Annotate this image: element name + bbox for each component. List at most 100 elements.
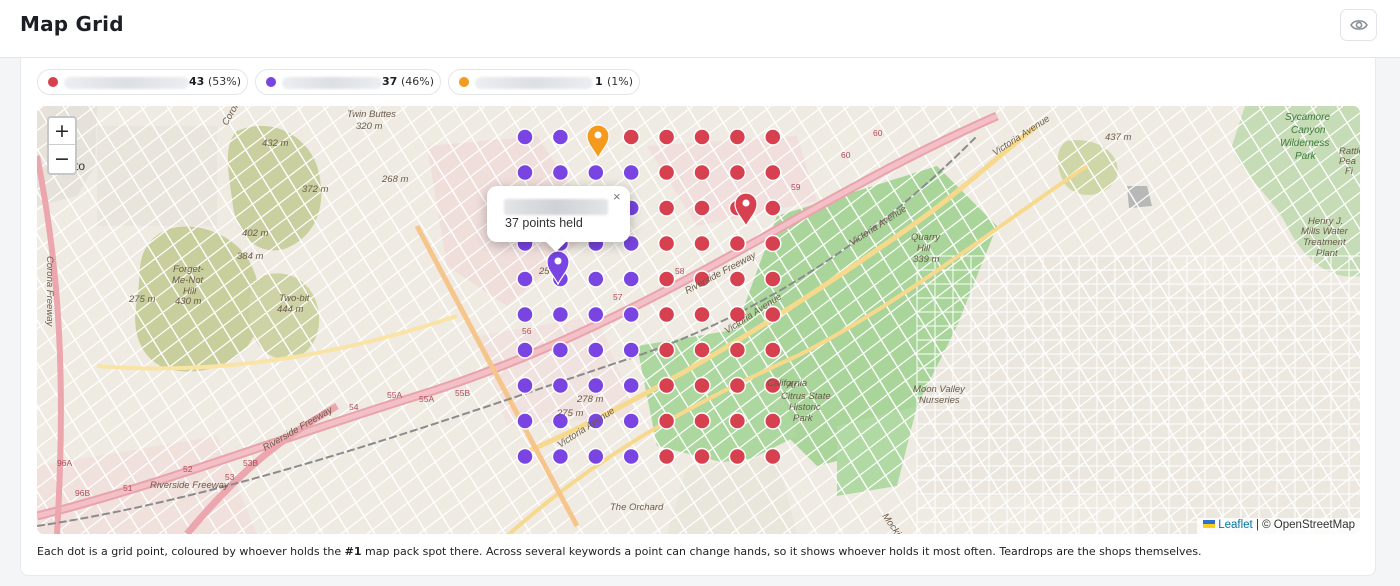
grid-point[interactable] — [551, 376, 570, 395]
legend-count: 43 — [189, 75, 205, 88]
map-label: 275 m — [556, 408, 583, 419]
grid-point[interactable] — [764, 412, 782, 430]
grid-point[interactable] — [622, 163, 640, 182]
grid-point[interactable] — [657, 341, 676, 359]
grid-point[interactable] — [622, 341, 640, 359]
grid-point[interactable] — [693, 234, 711, 253]
grid-point[interactable] — [516, 305, 534, 324]
grid-point[interactable] — [622, 376, 640, 395]
grid-point[interactable] — [657, 412, 676, 430]
grid-point[interactable] — [764, 447, 782, 466]
grid-point[interactable] — [622, 447, 640, 466]
map-label: 56 — [522, 326, 532, 336]
shop-name-redacted — [504, 199, 608, 215]
grid-point[interactable] — [516, 376, 534, 395]
grid-point[interactable] — [693, 163, 711, 182]
map-label: Mills Water — [1301, 226, 1349, 237]
grid-point[interactable] — [622, 412, 640, 430]
grid-point[interactable] — [657, 376, 676, 395]
grid-point[interactable] — [551, 305, 570, 324]
grid-point[interactable] — [657, 447, 676, 466]
top-bar: Map Grid — [0, 0, 1400, 58]
map-label: 58 — [675, 266, 685, 276]
legend-chip-red[interactable]: 43 (53%) — [37, 69, 248, 95]
grid-point[interactable] — [551, 447, 570, 466]
grid-point[interactable] — [516, 412, 534, 430]
grid-point[interactable] — [764, 199, 782, 217]
grid-point[interactable] — [728, 128, 747, 146]
grid-point[interactable] — [693, 128, 711, 146]
legend-count: 37 — [382, 75, 398, 88]
grid-point[interactable] — [693, 447, 711, 466]
grid-point[interactable] — [693, 412, 711, 430]
grid-point[interactable] — [764, 341, 782, 359]
caption-text-end: map pack spot there. Across several keyw… — [361, 545, 1202, 558]
map-label: Forget- — [173, 264, 204, 275]
legend-percent: (53%) — [208, 75, 242, 88]
grid-point[interactable] — [728, 341, 747, 359]
grid-point[interactable] — [551, 341, 570, 359]
grid-point[interactable] — [622, 128, 640, 146]
map-label: Corona Freeway — [44, 256, 55, 327]
map-label: 55A — [419, 394, 434, 404]
grid-point[interactable] — [587, 305, 605, 324]
map-label: Plant — [1316, 248, 1338, 259]
popup-points-text: 37 points held — [505, 216, 583, 230]
grid-point[interactable] — [728, 234, 747, 253]
map-label: Two-bit — [279, 293, 310, 304]
popup-close-button[interactable]: × — [613, 189, 621, 204]
grid-point[interactable] — [693, 199, 711, 217]
map-view[interactable]: Twin Buttes 320 m 432 m 268 m 372 m 402 … — [37, 106, 1360, 534]
grid-point[interactable] — [693, 376, 711, 395]
grid-point[interactable] — [657, 305, 676, 324]
grid-point[interactable] — [764, 128, 782, 146]
grid-point[interactable] — [657, 270, 676, 288]
grid-point[interactable] — [657, 128, 676, 146]
grid-point[interactable] — [728, 376, 747, 395]
legend-chip-purple[interactable]: 37 (46%) — [255, 69, 441, 95]
grid-point[interactable] — [657, 163, 676, 182]
grid-point[interactable] — [764, 234, 782, 253]
map-label: Riverside Freeway — [150, 480, 230, 491]
map-tiles[interactable]: Twin Buttes 320 m 432 m 268 m 372 m 402 … — [37, 106, 1360, 534]
grid-point[interactable] — [516, 128, 534, 146]
legend-chip-orange[interactable]: 1 (1%) — [448, 69, 640, 95]
grid-point[interactable] — [516, 341, 534, 359]
map-label: 60 — [841, 150, 851, 160]
legend-percent: (46%) — [401, 75, 435, 88]
grid-point[interactable] — [657, 199, 676, 217]
map-caption: Each dot is a grid point, coloured by wh… — [37, 545, 1202, 558]
competitor-name-redacted — [64, 77, 189, 89]
grid-point[interactable] — [728, 412, 747, 430]
map-label: Moon Valley — [913, 384, 966, 395]
leaflet-link[interactable]: Leaflet — [1218, 519, 1253, 531]
grid-point[interactable] — [516, 270, 534, 288]
grid-point[interactable] — [764, 270, 782, 288]
grid-point[interactable] — [551, 128, 570, 146]
ukraine-flag-icon — [1203, 520, 1216, 528]
legend-color-dot — [266, 77, 276, 87]
map-label: 372 m — [302, 184, 328, 195]
grid-point[interactable] — [728, 163, 747, 182]
osm-attribution: © OpenStreetMap — [1262, 519, 1355, 531]
grid-point[interactable] — [587, 376, 605, 395]
grid-point[interactable] — [728, 447, 747, 466]
grid-point[interactable] — [516, 163, 534, 182]
grid-point[interactable] — [764, 163, 782, 182]
map-label: 430 m — [175, 296, 201, 307]
visibility-toggle-button[interactable] — [1340, 9, 1377, 41]
grid-point[interactable] — [693, 305, 711, 324]
zoom-in-button[interactable]: + — [49, 118, 75, 145]
grid-point[interactable] — [587, 270, 605, 288]
grid-point[interactable] — [551, 163, 570, 182]
grid-point[interactable] — [587, 341, 605, 359]
grid-point[interactable] — [587, 163, 605, 182]
grid-point[interactable] — [657, 234, 676, 253]
grid-point[interactable] — [587, 447, 605, 466]
grid-point[interactable] — [693, 341, 711, 359]
grid-point[interactable] — [516, 447, 534, 466]
grid-point[interactable] — [622, 270, 640, 288]
zoom-out-button[interactable]: − — [49, 146, 75, 173]
grid-point[interactable] — [622, 305, 640, 324]
map-label: 444 m — [277, 304, 303, 315]
